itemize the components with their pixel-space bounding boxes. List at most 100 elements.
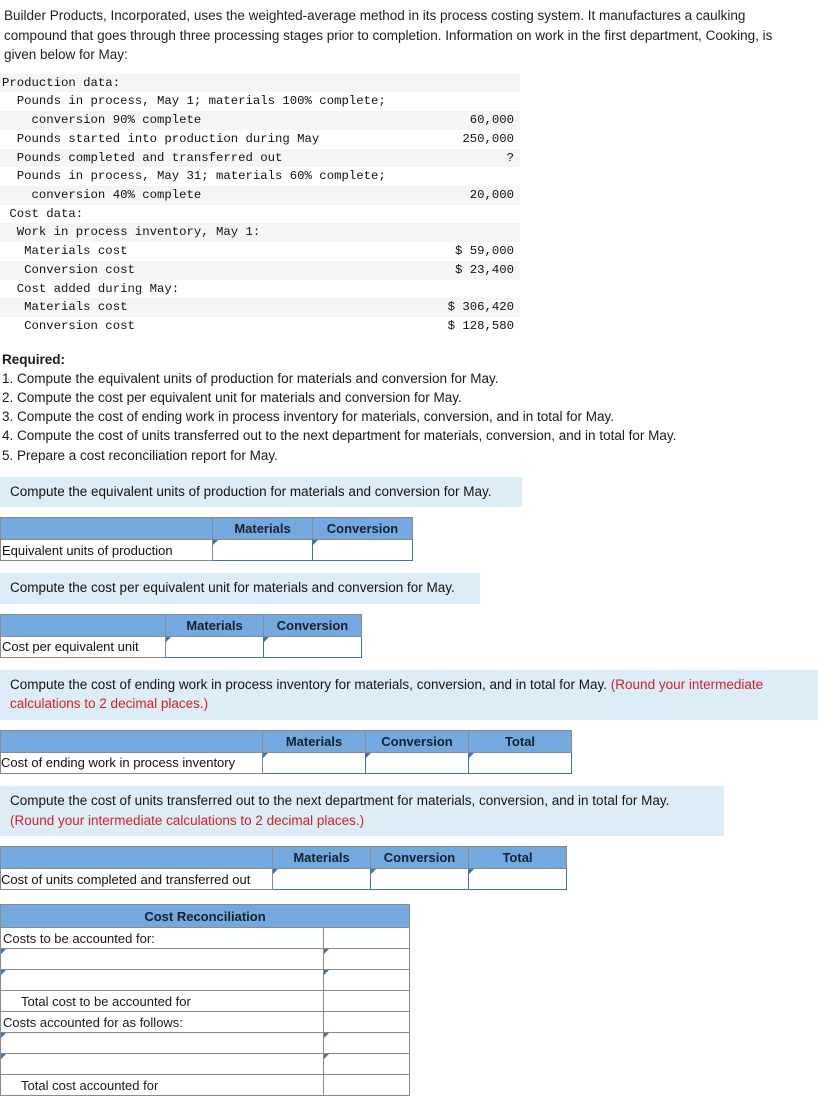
recon-row-label: Costs accounted for as follows:: [0, 1011, 324, 1034]
recon-total-value[interactable]: [322, 990, 411, 1013]
input-total-transferred-out[interactable]: [468, 868, 567, 891]
table-header-row: Materials Conversion Total: [0, 729, 572, 753]
row-label-ending-wip: Cost of ending work in process inventory: [0, 751, 263, 774]
required-item: 4. Compute the cost of units transferred…: [2, 428, 677, 444]
col-header-total: Total: [468, 729, 572, 753]
table-row: Total cost accounted for: [0, 1074, 411, 1096]
row-label-transferred-out: Cost of units completed and transferred …: [0, 868, 273, 891]
data-row-value: $ 128,580: [447, 319, 514, 334]
input-conversion-cost-per-unit[interactable]: [263, 635, 362, 658]
col-header-blank: [0, 517, 213, 541]
cost-per-equivalent-unit-table: Materials Conversion Cost per equivalent…: [0, 613, 362, 658]
data-row-value: [400, 92, 520, 111]
input-materials-equivalent-units[interactable]: [212, 539, 313, 562]
data-table-row: Pounds completed and transferred out?: [0, 148, 520, 168]
instruction-banner-2-text: Compute the cost per equivalent unit for…: [10, 580, 455, 596]
data-row-value: ?: [506, 150, 514, 165]
row-label-cost-per-equivalent-unit: Cost per equivalent unit: [0, 635, 166, 658]
input-conversion-equivalent-units[interactable]: [312, 539, 413, 562]
col-header-conversion: Conversion: [370, 846, 469, 870]
recon-total-label: Total cost to be accounted for: [0, 990, 324, 1013]
data-row-label: Pounds completed and transferred out: [2, 150, 283, 165]
table-row: [0, 1053, 411, 1076]
data-table-row: Pounds in process, May 1; materials 100%…: [0, 92, 520, 112]
table-row: Costs to be accounted for:: [0, 927, 411, 950]
data-table-row: Cost data:: [0, 204, 520, 224]
instruction-banner-4: Compute the cost of units transferred ou…: [0, 785, 724, 837]
input-recon-row-amount[interactable]: [322, 1053, 411, 1076]
instruction-banner-1-text: Compute the equivalent units of producti…: [10, 483, 492, 499]
input-materials-cost-per-unit[interactable]: [165, 635, 264, 658]
table-row: Total cost to be accounted for: [0, 990, 411, 1013]
input-total-ending-wip[interactable]: [468, 751, 572, 774]
cost-reconciliation-body: Costs to be accounted for: Total cost to …: [0, 927, 411, 1096]
row-label-equivalent-units: Equivalent units of production: [0, 539, 213, 562]
data-row-value: [400, 280, 520, 299]
data-row-value: $ 23,400: [454, 262, 514, 277]
table-row: [0, 969, 411, 992]
recon-grandtotal-label: Total cost accounted for: [0, 1074, 324, 1096]
table-row: Costs accounted for as follows:: [0, 1011, 411, 1034]
data-row-label: Cost added during May:: [2, 281, 180, 296]
input-recon-row-label[interactable]: [0, 1053, 324, 1076]
required-item: 1. Compute the equivalent units of produ…: [2, 370, 499, 386]
table-row: Cost of units completed and transferred …: [0, 868, 567, 891]
cost-reconciliation-table: Cost Reconciliation Costs to be accounte…: [0, 904, 411, 1096]
data-row-value: 20,000: [469, 188, 514, 202]
recon-row-value-empty: [322, 927, 411, 950]
data-table-row: conversion 40% complete 20,000: [0, 186, 520, 205]
table-row: [0, 948, 411, 971]
col-header-conversion: Conversion: [365, 729, 469, 753]
data-row-label: Conversion cost: [2, 319, 135, 334]
data-row-label: Conversion cost: [2, 262, 135, 277]
data-row-value: [400, 167, 520, 186]
equivalent-units-table: Materials Conversion Equivalent units of…: [0, 517, 413, 562]
input-recon-row-label[interactable]: [0, 969, 324, 992]
input-conversion-ending-wip[interactable]: [365, 751, 469, 774]
instruction-banner-2: Compute the cost per equivalent unit for…: [0, 573, 480, 604]
recon-grandtotal-value[interactable]: [322, 1074, 411, 1096]
data-row-label: Pounds in process, May 1; materials 100%…: [2, 94, 386, 109]
data-table-row: Conversion cost $ 128,580: [0, 317, 520, 336]
problem-statement: Builder Products, Incorporated, uses the…: [4, 8, 773, 63]
recon-row-label: Costs to be accounted for:: [0, 927, 324, 950]
data-row-label: Production data:: [2, 75, 121, 90]
recon-row-value-empty: [322, 1011, 411, 1034]
col-header-total: Total: [468, 846, 567, 870]
required-list: 1. Compute the equivalent units of produ…: [2, 369, 818, 465]
data-table-row: Pounds started into production during Ma…: [0, 129, 520, 149]
col-header-conversion: Conversion: [263, 613, 362, 637]
instruction-banner-4-text: Compute the cost of units transferred ou…: [10, 792, 670, 808]
data-row-value: 250,000: [462, 131, 514, 146]
input-recon-row-amount[interactable]: [322, 969, 411, 992]
col-header-materials: Materials: [262, 729, 366, 753]
table-header-row: Materials Conversion: [0, 613, 362, 637]
col-header-blank: [0, 846, 273, 870]
instruction-banner-4-warning: (Round your intermediate calculations to…: [10, 812, 365, 828]
input-recon-row-amount[interactable]: [322, 948, 411, 971]
data-row-label: Cost data:: [2, 206, 84, 221]
data-row-value: [400, 223, 520, 242]
transferred-out-cost-table: Materials Conversion Total Cost of units…: [0, 846, 567, 891]
col-header-materials: Materials: [165, 613, 264, 637]
input-recon-row-label[interactable]: [0, 1032, 324, 1055]
input-materials-transferred-out[interactable]: [272, 868, 371, 891]
input-recon-row-amount[interactable]: [322, 1032, 411, 1055]
data-row-value: 60,000: [469, 113, 514, 128]
col-header-blank: [0, 729, 263, 753]
required-section: Required: 1. Compute the equivalent unit…: [2, 350, 818, 465]
data-table-row: Production data:: [0, 73, 520, 93]
production-cost-data-table: Production data: Pounds in process, May …: [0, 73, 520, 336]
input-materials-ending-wip[interactable]: [262, 751, 366, 774]
instruction-banner-3: Compute the cost of ending work in proce…: [0, 669, 818, 720]
instruction-banner-3-text: Compute the cost of ending work in proce…: [10, 676, 611, 692]
data-table-row: conversion 90% complete 60,000: [0, 111, 520, 130]
input-conversion-transferred-out[interactable]: [370, 868, 469, 891]
table-row: Cost of ending work in process inventory: [0, 751, 572, 774]
table-header-row: Materials Conversion Total: [0, 846, 567, 870]
data-table-row: Conversion cost $ 23,400: [0, 260, 520, 280]
ending-wip-cost-table: Materials Conversion Total Cost of endin…: [0, 729, 572, 774]
required-item: 2. Compute the cost per equivalent unit …: [2, 390, 462, 406]
input-recon-row-label[interactable]: [0, 948, 324, 971]
data-row-label: Materials cost: [2, 244, 128, 259]
